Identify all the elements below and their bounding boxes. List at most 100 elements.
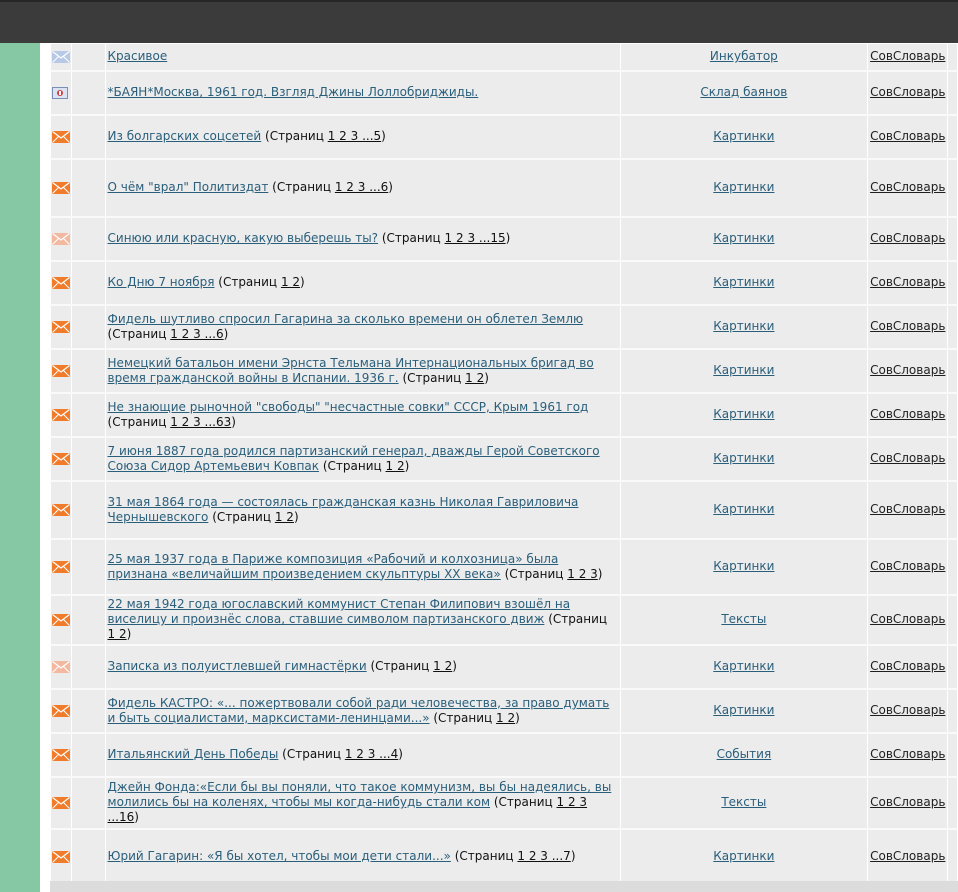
row-end-cell xyxy=(946,644,958,690)
page-links[interactable]: 1 2 xyxy=(108,627,127,641)
topic-status-cell xyxy=(49,776,73,830)
envelope-orange-icon xyxy=(52,613,71,626)
topic-title-cell: Не знающие рыночной "свободы" "несчастны… xyxy=(104,392,621,438)
forum-link[interactable]: Картинки xyxy=(713,559,774,573)
page-links[interactable]: 1 2 3 xyxy=(567,567,598,581)
topic-title-link[interactable]: Фидель КАСТРО: «... пожертвовали собой р… xyxy=(108,696,610,725)
section-link[interactable]: СовСловарь xyxy=(870,85,945,99)
section-link[interactable]: СовСловарь xyxy=(870,363,945,377)
page-links[interactable]: 1 2 3 ...6 xyxy=(170,327,223,341)
page-count-label: (Страниц xyxy=(218,275,278,289)
envelope-orange-icon xyxy=(52,408,71,421)
section-link[interactable]: СовСловарь xyxy=(870,275,945,289)
page-count-label: (Страниц xyxy=(402,370,462,385)
page-count-close: ) xyxy=(300,275,305,289)
section-link[interactable]: СовСловарь xyxy=(870,795,945,809)
topic-title-link[interactable]: *БАЯН*Москва, 1961 год. Взгляд Джины Лол… xyxy=(108,85,479,99)
topic-title-link[interactable]: Из болгарских соцсетей xyxy=(108,129,262,143)
section-link[interactable]: СовСловарь xyxy=(870,612,945,626)
forum-link[interactable]: Инкубатор xyxy=(710,49,778,63)
section-link[interactable]: СовСловарь xyxy=(870,319,945,333)
topic-title-link[interactable]: Итальянский День Победы xyxy=(108,747,279,761)
left-gap xyxy=(40,43,50,892)
topic-title-link[interactable]: Синюю или красную, какую выберешь ты? xyxy=(108,231,379,245)
topic-title-link[interactable]: Немецкий батальон имени Эрнста Тельмана … xyxy=(108,356,594,385)
page-links[interactable]: 1 2 3 ...7 xyxy=(517,849,570,863)
forum-link[interactable]: Картинки xyxy=(713,363,774,377)
topic-title-link[interactable]: 22 мая 1942 года югославский коммунист С… xyxy=(108,597,571,626)
section-cell: СовСловарь xyxy=(867,304,948,350)
topic-row: *БАЯН*Москва, 1961 год. Взгляд Джины Лол… xyxy=(49,70,958,116)
topic-row: Итальянский День Победы (Страниц 1 2 3 .… xyxy=(49,732,958,778)
forum-link[interactable]: Тексты xyxy=(721,795,766,809)
page-count-label: (Страниц xyxy=(107,326,167,341)
page-links[interactable]: 1 2 3 ...15 xyxy=(445,231,506,245)
row-end-cell xyxy=(946,392,958,438)
topic-title-link[interactable]: Ко Дню 7 ноября xyxy=(108,275,215,289)
topic-title-link[interactable]: 31 мая 1864 года — состоялась гражданска… xyxy=(108,495,579,524)
topic-icon-cell xyxy=(71,776,106,830)
section-link[interactable]: СовСловарь xyxy=(870,559,945,573)
section-link[interactable]: СовСловарь xyxy=(870,231,945,245)
forum-link[interactable]: Картинки xyxy=(713,451,774,465)
forum-cell: Картинки xyxy=(619,436,869,482)
section-cell: СовСловарь xyxy=(867,260,948,306)
topic-icon-cell xyxy=(71,348,106,394)
page-links[interactable]: 1 2 3 ...4 xyxy=(345,747,398,761)
topic-title-link[interactable]: 25 мая 1937 года в Париже композиция «Ра… xyxy=(108,552,559,581)
forum-link[interactable]: Картинки xyxy=(713,180,774,194)
forum-link[interactable]: Картинки xyxy=(713,129,774,143)
section-link[interactable]: СовСловарь xyxy=(870,407,945,421)
topic-title-cell: Синюю или красную, какую выберешь ты? (С… xyxy=(104,216,621,262)
forum-link[interactable]: Тексты xyxy=(721,612,766,626)
topic-status-cell xyxy=(49,304,73,350)
forum-link[interactable]: Картинки xyxy=(713,319,774,333)
forum-link[interactable]: Картинки xyxy=(713,231,774,245)
topic-icon-cell xyxy=(71,480,106,540)
page-links[interactable]: 1 2 3 ...6 xyxy=(335,180,388,194)
page-links[interactable]: 1 2 3 ...5 xyxy=(328,129,381,143)
forum-link[interactable]: События xyxy=(717,747,772,761)
section-link[interactable]: СовСловарь xyxy=(870,849,945,863)
forum-cell: Тексты xyxy=(619,776,869,830)
section-link[interactable]: СовСловарь xyxy=(870,451,945,465)
topic-title-link[interactable]: Не знающие рыночной "свободы" "несчастны… xyxy=(108,400,589,414)
forum-link[interactable]: Картинки xyxy=(713,275,774,289)
topic-title-link[interactable]: Красивое xyxy=(108,49,168,63)
section-cell: СовСловарь xyxy=(867,594,948,646)
row-end-cell xyxy=(946,43,958,72)
page-links[interactable]: 1 2 xyxy=(496,711,515,725)
page-links[interactable]: 1 2 xyxy=(433,659,452,673)
page-links[interactable]: 1 2 3 ...63 xyxy=(170,415,231,429)
topic-title-link[interactable]: Фидель шутливо спросил Гагарина за сколь… xyxy=(108,312,584,326)
forum-link[interactable]: Склад баянов xyxy=(700,85,787,99)
topic-title-link[interactable]: Записка из полуистлевшей гимнастёрки xyxy=(108,659,367,673)
forum-link[interactable]: Картинки xyxy=(713,703,774,717)
section-link[interactable]: СовСловарь xyxy=(870,49,945,63)
page-count-label: (Страниц xyxy=(107,414,167,429)
forum-cell: Картинки xyxy=(619,348,869,394)
page-links[interactable]: 1 2 xyxy=(386,459,405,473)
section-link[interactable]: СовСловарь xyxy=(870,703,945,717)
section-link[interactable]: СовСловарь xyxy=(870,129,945,143)
forum-link[interactable]: Картинки xyxy=(713,659,774,673)
page-links[interactable]: 1 2 xyxy=(281,275,300,289)
forum-link[interactable]: Картинки xyxy=(713,502,774,516)
page-links[interactable]: 1 2 xyxy=(275,510,294,524)
forum-cell: События xyxy=(619,732,869,778)
section-link[interactable]: СовСловарь xyxy=(870,747,945,761)
topic-title-link[interactable]: О чём "врал" Политиздат xyxy=(108,180,269,194)
forum-link[interactable]: Картинки xyxy=(713,849,774,863)
topic-status-cell xyxy=(49,70,73,116)
forum-link[interactable]: Картинки xyxy=(713,407,774,421)
section-link[interactable]: СовСловарь xyxy=(870,659,945,673)
topic-row: 31 мая 1864 года — состоялась гражданска… xyxy=(49,480,958,540)
envelope-orange-icon xyxy=(52,704,71,717)
page-links[interactable]: 1 2 xyxy=(465,371,484,385)
section-link[interactable]: СовСловарь xyxy=(870,180,945,194)
topic-title-link[interactable]: Юрий Гагарин: «Я бы хотел, чтобы мои дет… xyxy=(108,849,451,863)
row-end-cell xyxy=(946,436,958,482)
topic-row: Фидель КАСТРО: «... пожертвовали собой р… xyxy=(49,688,958,734)
forum-cell: Картинки xyxy=(619,538,869,596)
section-link[interactable]: СовСловарь xyxy=(870,502,945,516)
